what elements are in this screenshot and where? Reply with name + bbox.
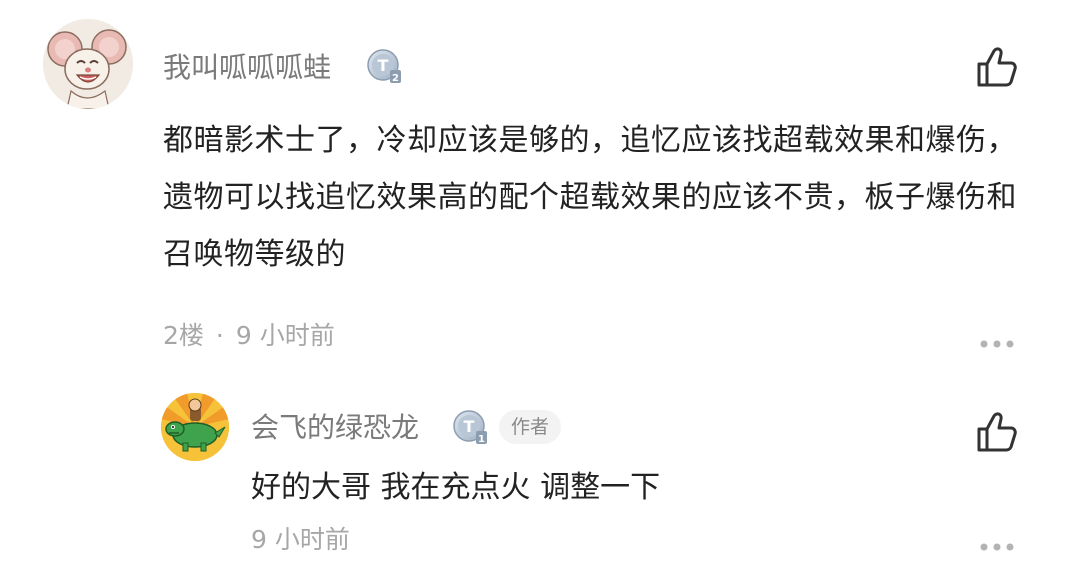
level-badge-icon: T 2	[366, 48, 404, 86]
svg-text:T: T	[464, 417, 475, 436]
svg-text:1: 1	[478, 434, 485, 445]
comment-line: 召唤物等级的	[163, 237, 346, 272]
level-badge-icon: T 1	[452, 409, 490, 447]
timestamp: 9 小时前	[235, 321, 335, 350]
cartoon-mouse-avatar-icon	[43, 19, 133, 109]
author-badge: 作者	[499, 410, 562, 444]
avatar[interactable]	[43, 19, 133, 109]
svg-text:2: 2	[392, 73, 399, 84]
reply-text: 好的大哥 我在充点火 调整一下	[251, 470, 661, 505]
comment-meta: 2楼 · 9 小时前	[163, 320, 335, 352]
reply-avatar[interactable]	[161, 393, 229, 461]
thumbs-up-icon[interactable]	[974, 409, 1020, 455]
meta-separator: ·	[215, 321, 224, 350]
floor-label: 2楼	[163, 321, 204, 350]
comment-line: 遗物可以找追忆效果高的配个超载效果的应该不贵，板子爆伤和	[163, 180, 1017, 215]
more-options-icon[interactable]	[979, 335, 1015, 348]
svg-text:T: T	[378, 56, 389, 75]
reply-username[interactable]: 会飞的绿恐龙	[251, 410, 419, 446]
comment-text: 都暗影术士了，冷却应该是够的，追忆应该找超载效果和爆伤， 遗物可以找追忆效果高的…	[163, 112, 1043, 283]
thumbs-up-icon[interactable]	[974, 44, 1020, 90]
comment-line: 都暗影术士了，冷却应该是够的，追忆应该找超载效果和爆伤，	[163, 123, 1017, 158]
cartoon-dinosaur-rider-avatar-icon	[161, 393, 229, 461]
more-options-icon[interactable]	[979, 538, 1015, 551]
reply-timestamp: 9 小时前	[251, 525, 350, 554]
username[interactable]: 我叫呱呱呱蛙	[163, 50, 331, 86]
